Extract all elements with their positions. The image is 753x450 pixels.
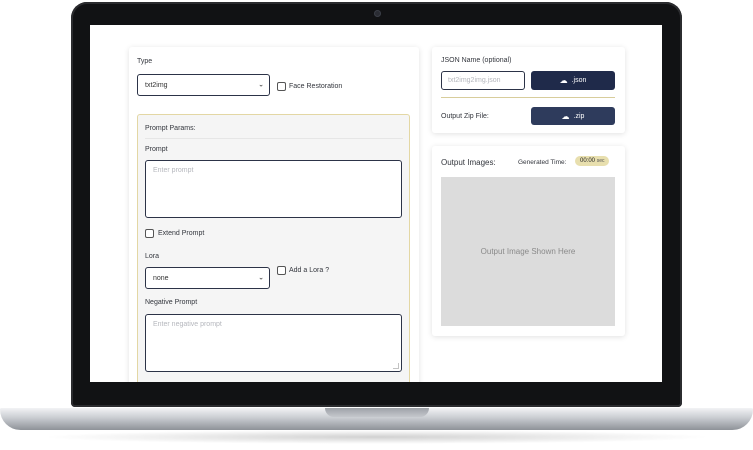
download-zip-label: .zip <box>573 112 585 120</box>
generation-form-card: Type txt2img ⌄ Face Restoration Prompt P… <box>129 47 419 382</box>
face-restoration-checkbox[interactable] <box>277 82 286 91</box>
prompt-label: Prompt <box>145 146 168 153</box>
download-zip-button[interactable]: ☁ .zip <box>531 107 615 125</box>
laptop-base-notch <box>325 408 429 417</box>
laptop-shadow <box>40 430 713 444</box>
lora-select-value: none <box>153 274 169 282</box>
json-name-input[interactable]: txt2img2img.json <box>441 71 525 90</box>
add-lora-label: Add a Lora ? <box>289 267 330 274</box>
extend-prompt-checkbox[interactable] <box>145 229 154 238</box>
output-image-placeholder-text: Output Image Shown Here <box>480 247 576 256</box>
extend-prompt-label: Extend Prompt <box>158 230 205 237</box>
prompt-params-title: Prompt Params: <box>145 125 196 132</box>
generated-time-value: 00:00 <box>580 158 596 164</box>
negative-prompt-textarea[interactable]: Enter negative prompt <box>145 314 402 372</box>
negative-prompt-label: Negative Prompt <box>145 299 198 306</box>
output-images-title: Output Images: <box>441 158 496 167</box>
export-card: JSON Name (optional) txt2img2img.json ☁ … <box>432 47 625 133</box>
prompt-textarea[interactable]: Enter prompt <box>145 160 402 218</box>
type-label: Type <box>137 58 153 65</box>
output-image-placeholder: Output Image Shown Here <box>441 177 615 326</box>
download-json-button[interactable]: ☁ .json <box>531 71 615 90</box>
json-name-placeholder: txt2img2img.json <box>448 77 501 84</box>
face-restoration-label: Face Restoration <box>289 83 343 90</box>
laptop-screen: Type txt2img ⌄ Face Restoration Prompt P… <box>90 25 662 382</box>
generated-time-unit: sec <box>596 158 605 164</box>
add-lora-checkbox[interactable] <box>277 266 286 275</box>
prompt-params-panel: Prompt Params: Prompt Enter prompt Exten… <box>137 114 410 382</box>
export-divider <box>441 97 615 98</box>
lora-label: Lora <box>145 253 160 260</box>
cloud-upload-icon: ☁ <box>559 76 568 85</box>
download-json-label: .json <box>571 77 587 84</box>
output-images-card: Output Images: Generated Time: 00:00 sec… <box>432 146 625 336</box>
cloud-upload-icon: ☁ <box>561 111 570 121</box>
prompt-placeholder: Enter prompt <box>153 167 194 174</box>
chevron-down-icon: ⌄ <box>258 81 264 89</box>
type-select[interactable]: txt2img ⌄ <box>137 74 270 96</box>
type-select-value: txt2img <box>145 81 168 89</box>
generated-time-badge: 00:00 sec <box>575 156 610 166</box>
chevron-down-icon: ⌄ <box>258 274 264 282</box>
resize-handle-icon[interactable] <box>393 363 399 369</box>
json-name-label: JSON Name (optional) <box>441 57 512 64</box>
generated-time-label: Generated Time: <box>518 159 567 166</box>
params-divider <box>145 138 403 139</box>
output-zip-label: Output Zip File: <box>441 113 489 120</box>
lora-select[interactable]: none ⌄ <box>145 267 270 289</box>
webcam-icon <box>374 10 381 17</box>
negative-prompt-placeholder: Enter negative prompt <box>153 321 222 328</box>
